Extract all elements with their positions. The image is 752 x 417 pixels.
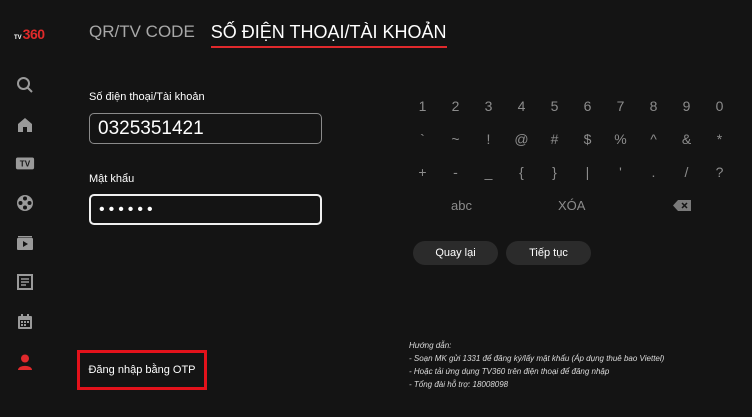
- key[interactable]: $: [571, 131, 604, 147]
- key[interactable]: 3: [472, 98, 505, 114]
- home-icon: [18, 118, 32, 132]
- key[interactable]: `: [406, 131, 439, 147]
- sidebar-item-movies[interactable]: [15, 193, 35, 213]
- key[interactable]: 8: [637, 98, 670, 114]
- abc-key[interactable]: abc: [451, 198, 472, 213]
- guide-line: - Soạn MK gửi 1331 để đăng ký/lấy mật kh…: [409, 354, 665, 363]
- key[interactable]: 1: [406, 98, 439, 114]
- keyboard-row-2: ` ~ ! @ # $ % ^ & *: [406, 131, 736, 147]
- logo-prefix: TV: [14, 35, 22, 41]
- key[interactable]: &: [670, 131, 703, 147]
- key[interactable]: +: [406, 164, 439, 180]
- sidebar-item-search[interactable]: [15, 75, 35, 95]
- svg-text:TV: TV: [20, 160, 31, 169]
- back-button[interactable]: Quay lại: [413, 241, 498, 265]
- film-reel-icon: [17, 195, 33, 211]
- otp-login-button[interactable]: Đăng nhập bằng OTP: [77, 350, 207, 390]
- news-icon: [17, 274, 33, 290]
- key[interactable]: #: [538, 131, 571, 147]
- sidebar-item-home[interactable]: [15, 115, 35, 135]
- clear-key[interactable]: XÓA: [558, 198, 585, 213]
- login-tabs: QR/TV CODE SỐ ĐIỆN THOẠI/TÀI KHOẢN: [89, 21, 447, 48]
- key[interactable]: *: [703, 131, 736, 147]
- sidebar-item-schedule[interactable]: [15, 312, 35, 332]
- tv-icon: TV: [15, 157, 35, 170]
- key[interactable]: }: [538, 164, 571, 180]
- key[interactable]: !: [472, 131, 505, 147]
- backspace-key[interactable]: [673, 199, 691, 214]
- key[interactable]: |: [571, 164, 604, 180]
- password-field[interactable]: ••••••: [89, 194, 322, 225]
- key[interactable]: {: [505, 164, 538, 180]
- password-label: Mật khẩu: [89, 173, 135, 185]
- sidebar-item-videos[interactable]: [15, 233, 35, 253]
- otp-login-label: Đăng nhập bằng OTP: [88, 364, 196, 376]
- key[interactable]: /: [670, 164, 703, 180]
- key[interactable]: .: [637, 164, 670, 180]
- key[interactable]: @: [505, 131, 538, 147]
- key[interactable]: %: [604, 131, 637, 147]
- phone-value: 0325351421: [98, 117, 204, 139]
- password-value: ••••••: [99, 200, 157, 218]
- key[interactable]: 9: [670, 98, 703, 114]
- key[interactable]: _: [472, 164, 505, 180]
- phone-label: Số điện thoại/Tài khoản: [89, 91, 205, 103]
- video-icon: [17, 236, 33, 250]
- key[interactable]: 4: [505, 98, 538, 114]
- key[interactable]: 0: [703, 98, 736, 114]
- keyboard-row-1: 1 2 3 4 5 6 7 8 9 0: [406, 98, 736, 114]
- search-icon: [17, 77, 33, 93]
- logo-number: 360: [22, 26, 45, 42]
- guide-text: Hướng dẫn: - Soạn MK gửi 1331 để đăng ký…: [409, 339, 664, 391]
- key[interactable]: ': [604, 164, 637, 180]
- guide-line: - Hoặc tải ứng dụng TV360 trên điện thoạ…: [409, 367, 610, 376]
- calendar-icon: [18, 314, 32, 329]
- key[interactable]: 2: [439, 98, 472, 114]
- sidebar-item-tv[interactable]: TV: [15, 153, 35, 173]
- guide-title: Hướng dẫn:: [409, 341, 452, 350]
- logo: TV 360: [14, 26, 45, 42]
- keyboard-row-3: + - _ { } | ' . / ?: [406, 164, 736, 180]
- guide-line: - Tổng đài hỗ trợ: 18008098: [409, 380, 509, 389]
- sidebar-item-news[interactable]: [15, 272, 35, 292]
- key[interactable]: ~: [439, 131, 472, 147]
- tab-qr-tv-code[interactable]: QR/TV CODE: [89, 21, 195, 43]
- continue-button[interactable]: Tiếp tục: [506, 241, 591, 265]
- user-icon: [18, 354, 32, 370]
- key[interactable]: 5: [538, 98, 571, 114]
- key[interactable]: 6: [571, 98, 604, 114]
- tab-phone-account[interactable]: SỐ ĐIỆN THOẠI/TÀI KHOẢN: [210, 21, 447, 48]
- backspace-icon: [673, 200, 691, 211]
- key[interactable]: 7: [604, 98, 637, 114]
- key[interactable]: ^: [637, 131, 670, 147]
- sidebar-item-account[interactable]: [15, 352, 35, 372]
- key[interactable]: ?: [703, 164, 736, 180]
- phone-field[interactable]: 0325351421: [89, 113, 322, 144]
- key[interactable]: -: [439, 164, 472, 180]
